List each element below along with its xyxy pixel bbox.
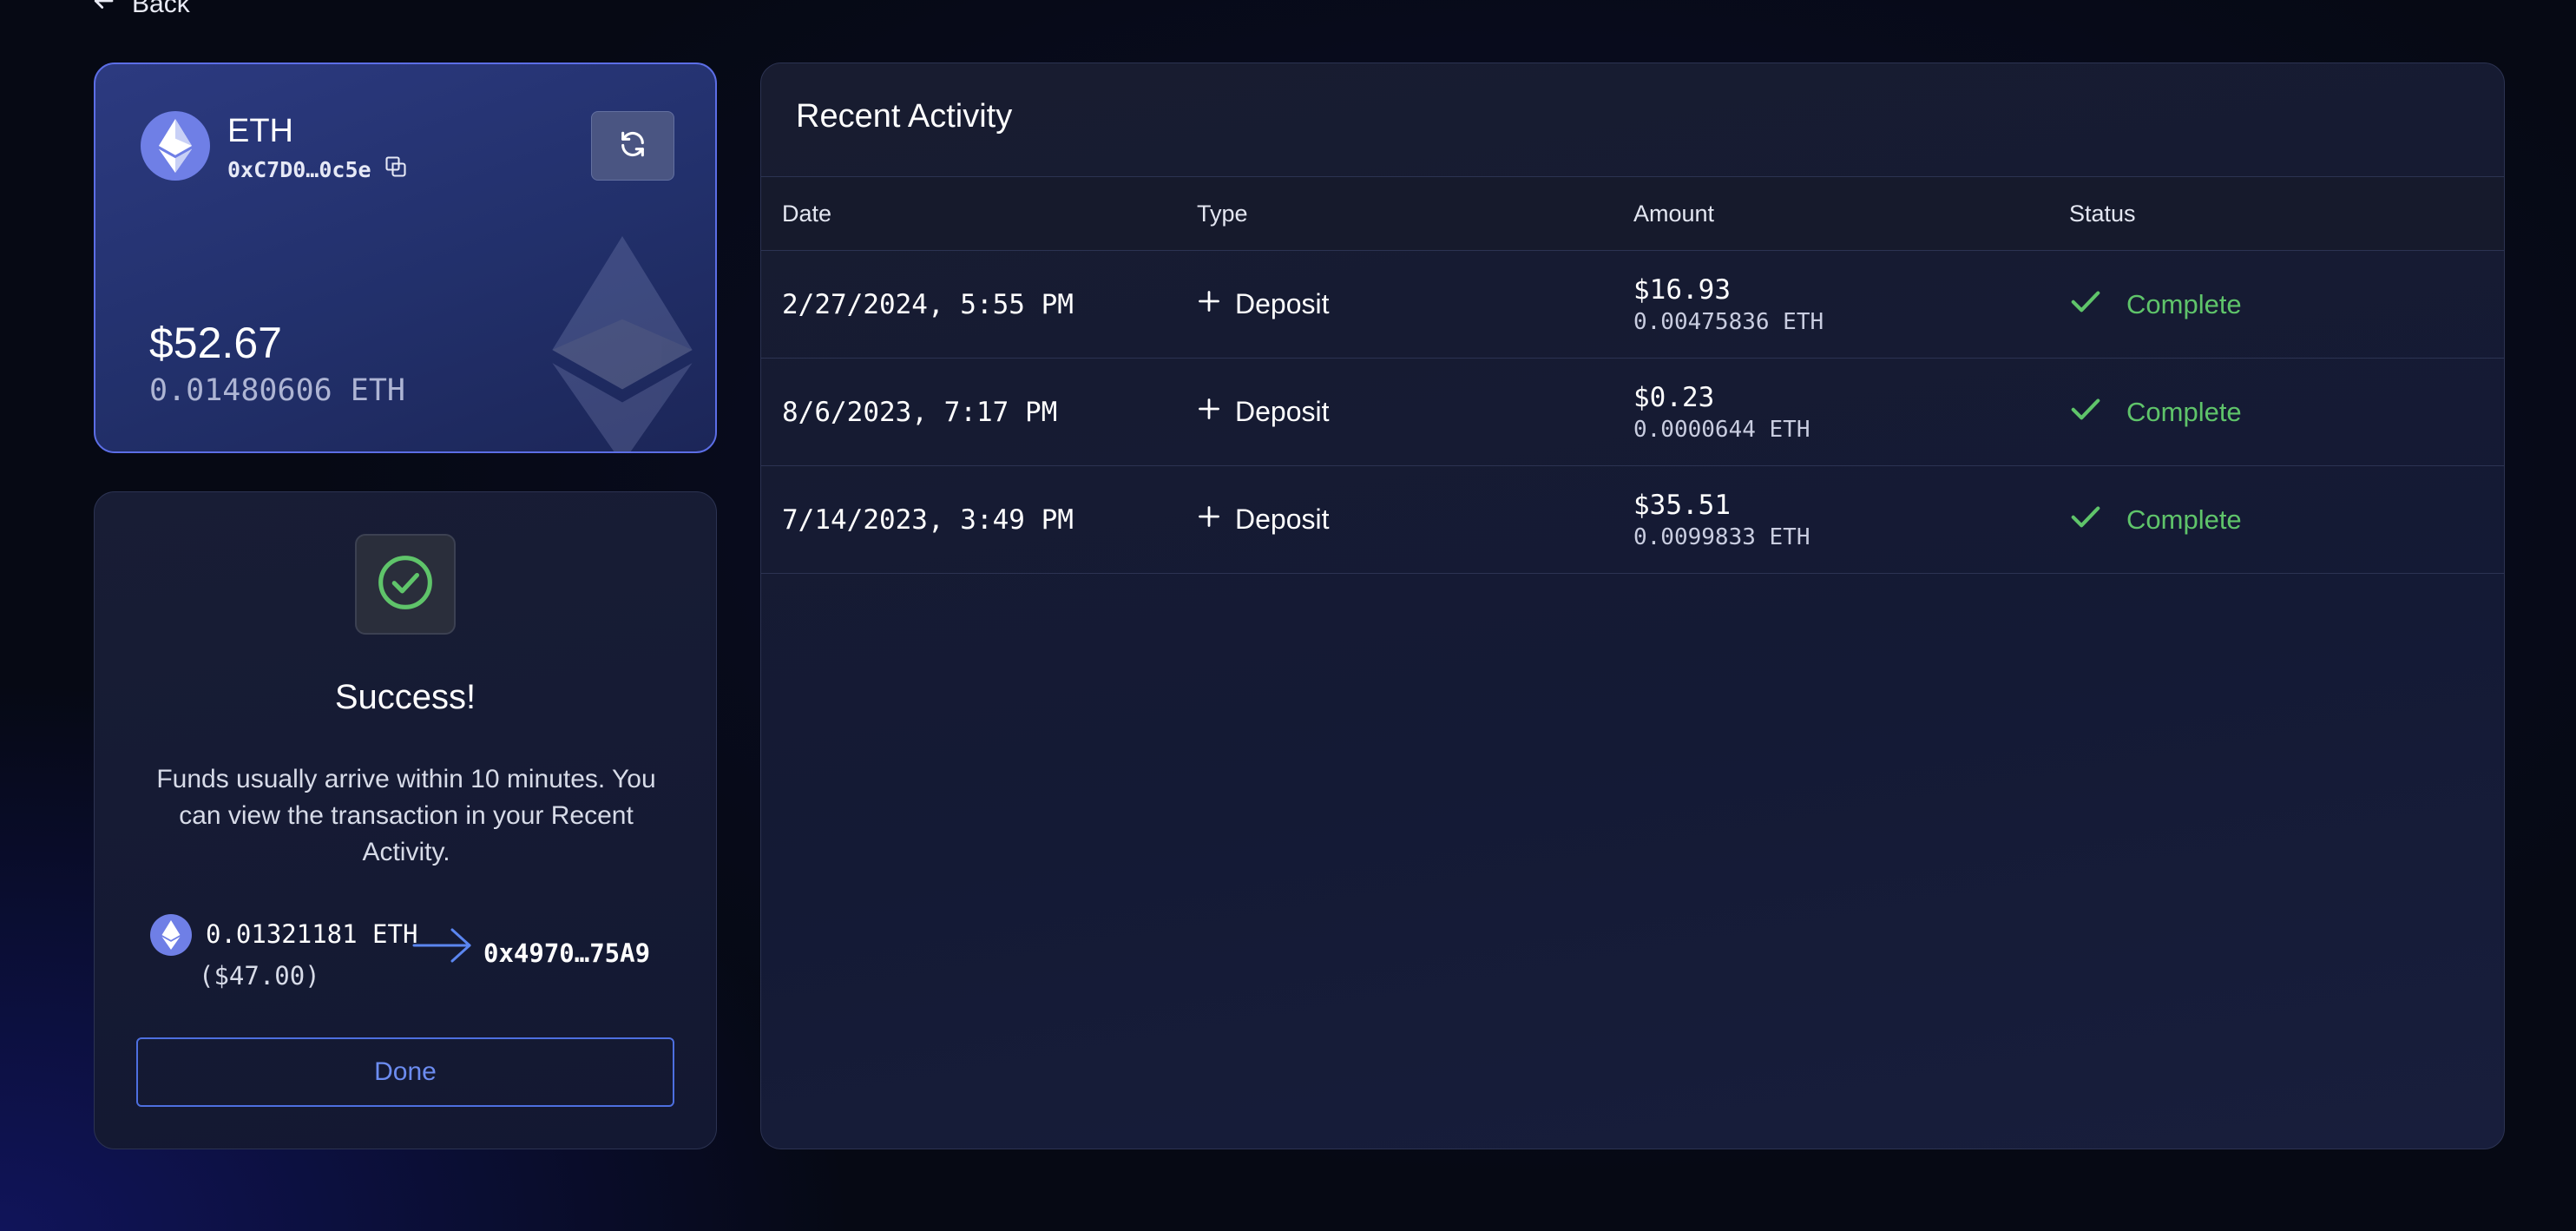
check-circle-icon bbox=[376, 553, 435, 616]
success-card: Success! Funds usually arrive within 10 … bbox=[94, 491, 717, 1149]
row-status: Complete bbox=[2126, 396, 2242, 427]
row-amount-cell: $0.23 0.0000644 ETH bbox=[1633, 382, 2069, 443]
transfer-destination-address: 0x4970…75A9 bbox=[483, 938, 651, 968]
activity-table: Date Type Amount Status 2/27/2024, 5:55 … bbox=[761, 176, 2504, 574]
arrow-right-icon bbox=[412, 928, 471, 963]
success-icon-box bbox=[355, 534, 456, 635]
row-type: Deposit bbox=[1235, 504, 1330, 535]
plus-icon bbox=[1197, 288, 1221, 320]
ethereum-icon bbox=[141, 111, 210, 181]
ethereum-watermark-icon bbox=[552, 236, 693, 451]
row-type-cell: Deposit bbox=[1197, 396, 1633, 428]
row-type: Deposit bbox=[1235, 288, 1330, 319]
row-status-cell: Complete bbox=[2069, 285, 2504, 325]
row-status-cell: Complete bbox=[2069, 500, 2504, 540]
copy-icon[interactable] bbox=[384, 155, 408, 185]
success-title: Success! bbox=[334, 678, 476, 716]
back-label: Back bbox=[132, 0, 190, 18]
row-type: Deposit bbox=[1235, 396, 1330, 427]
column-header-status: Status bbox=[2069, 200, 2136, 227]
row-amount-usd: $0.23 bbox=[1633, 381, 1715, 413]
check-icon bbox=[2069, 392, 2102, 432]
transfer-amount-eth: 0.01321181 ETH bbox=[206, 919, 418, 949]
wallet-asset-name: ETH bbox=[227, 113, 293, 149]
wallet-address: 0xC7D0…0c5e bbox=[227, 157, 371, 182]
row-date: 7/14/2023, 3:49 PM bbox=[782, 504, 1074, 536]
check-icon bbox=[2069, 285, 2102, 325]
table-row[interactable]: 7/14/2023, 3:49 PM Deposit $35.51 0.0099… bbox=[761, 466, 2504, 574]
table-header: Date Type Amount Status bbox=[761, 176, 2504, 251]
column-header-amount: Amount bbox=[1633, 200, 1715, 227]
success-message: Funds usually arrive within 10 minutes. … bbox=[156, 765, 656, 866]
row-amount-eth: 0.00475836 ETH bbox=[1633, 308, 1824, 335]
row-amount-usd: $16.93 bbox=[1633, 273, 1731, 306]
column-header-date: Date bbox=[782, 200, 832, 227]
check-icon bbox=[2069, 500, 2102, 540]
row-date: 8/6/2023, 7:17 PM bbox=[782, 396, 1058, 428]
row-amount-cell: $16.93 0.00475836 ETH bbox=[1633, 274, 2069, 335]
plus-icon bbox=[1197, 504, 1221, 536]
arrow-left-icon bbox=[90, 0, 116, 21]
wallet-card: ETH 0xC7D0…0c5e $52.67 0.01480606 ETH bbox=[94, 63, 717, 453]
recent-activity-title: Recent Activity bbox=[796, 98, 1013, 135]
refresh-button[interactable] bbox=[591, 111, 674, 181]
row-date: 2/27/2024, 5:55 PM bbox=[782, 288, 1074, 320]
row-status: Complete bbox=[2126, 288, 2242, 319]
row-amount-eth: 0.0099833 ETH bbox=[1633, 523, 1810, 550]
row-amount-eth: 0.0000644 ETH bbox=[1633, 416, 1810, 443]
wallet-balance-eth: 0.01480606 ETH bbox=[149, 373, 406, 408]
row-amount-usd: $35.51 bbox=[1633, 489, 1731, 521]
table-row[interactable]: 2/27/2024, 5:55 PM Deposit $16.93 0.0047… bbox=[761, 251, 2504, 359]
done-button[interactable]: Done bbox=[136, 1037, 674, 1107]
recent-activity-panel: Recent Activity Date Type Amount Status … bbox=[760, 63, 2505, 1149]
transfer-amount-usd: ($47.00) bbox=[199, 961, 320, 991]
row-status-cell: Complete bbox=[2069, 392, 2504, 432]
wallet-address-row: 0xC7D0…0c5e bbox=[227, 155, 408, 185]
refresh-icon bbox=[618, 129, 647, 163]
table-row[interactable]: 8/6/2023, 7:17 PM Deposit $0.23 0.000064… bbox=[761, 359, 2504, 466]
row-status: Complete bbox=[2126, 504, 2242, 535]
back-link[interactable]: Back bbox=[90, 0, 190, 21]
plus-icon bbox=[1197, 396, 1221, 428]
ethereum-icon bbox=[150, 914, 192, 956]
row-amount-cell: $35.51 0.0099833 ETH bbox=[1633, 490, 2069, 550]
row-type-cell: Deposit bbox=[1197, 288, 1633, 320]
column-header-type: Type bbox=[1197, 200, 1248, 227]
row-type-cell: Deposit bbox=[1197, 504, 1633, 536]
wallet-balance-usd: $52.67 bbox=[149, 319, 282, 367]
